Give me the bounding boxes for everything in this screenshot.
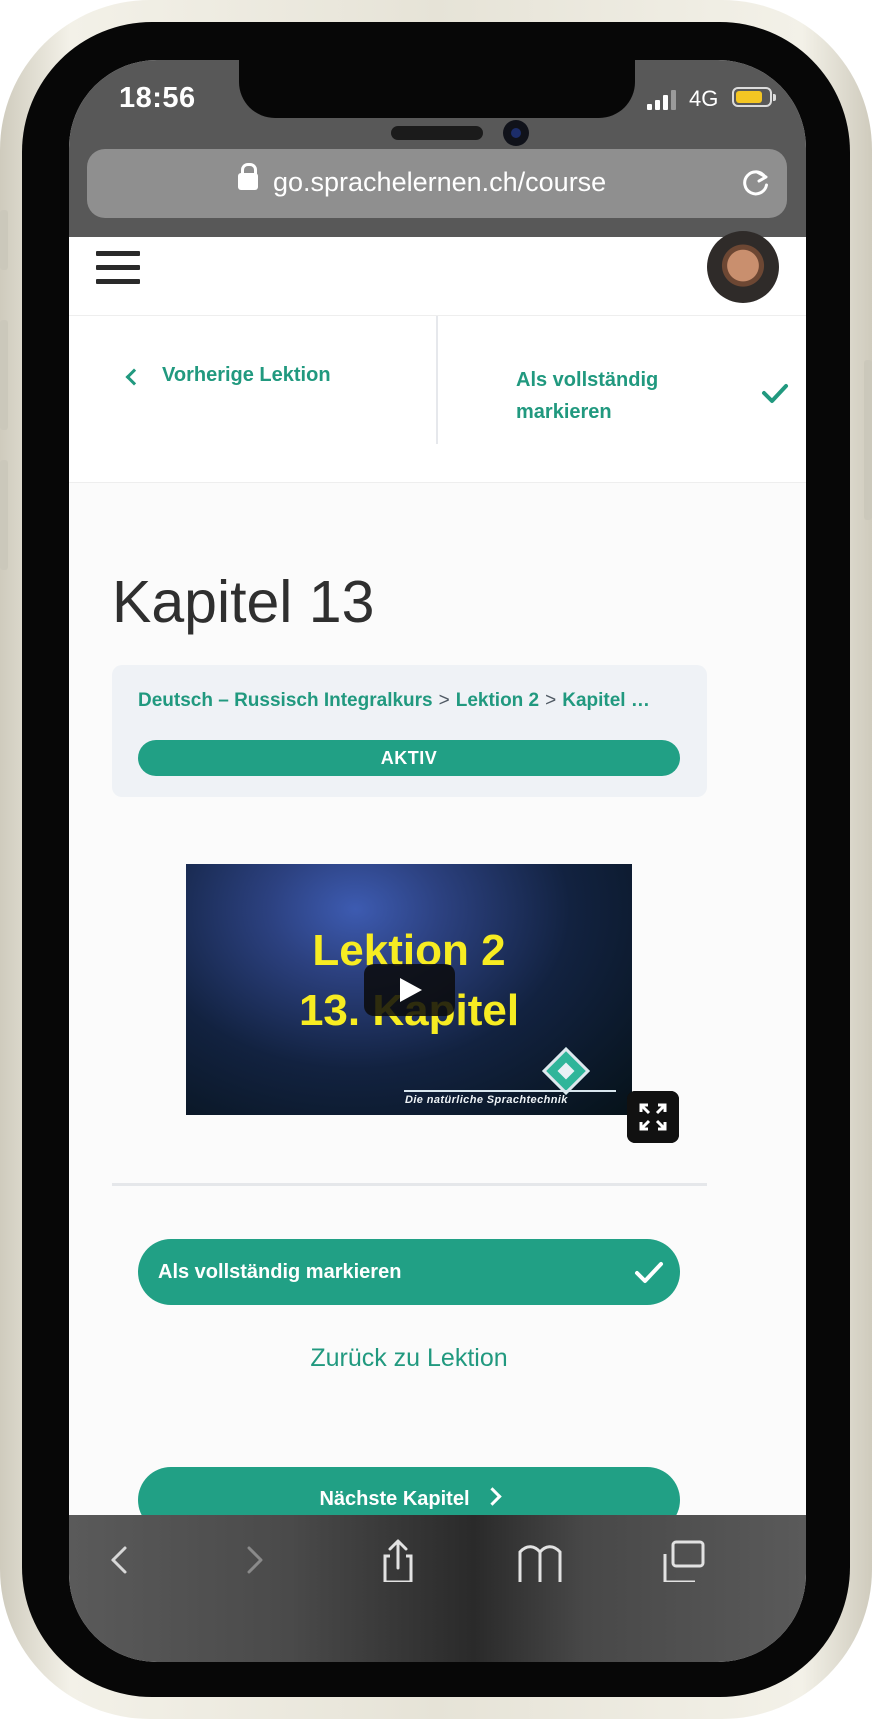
status-badge: AKTIV xyxy=(138,740,680,776)
mark-complete-label: Als vollständig markieren xyxy=(158,1261,402,1283)
divider xyxy=(112,1183,707,1186)
play-icon[interactable] xyxy=(364,964,455,1016)
breadcrumb-separator: > xyxy=(545,690,557,711)
power-button xyxy=(864,360,872,520)
breadcrumb-separator: > xyxy=(438,690,450,711)
video-player[interactable]: Lektion 2 13. Kapitel Die natürliche Spr… xyxy=(186,864,632,1115)
breadcrumb-box: Deutsch – Russisch Integralkurs > Lektion … xyxy=(112,665,707,797)
breadcrumb-course[interactable]: Deutsch – Russisch Integralkurs xyxy=(138,690,433,711)
check-icon xyxy=(635,1262,663,1283)
share-icon[interactable] xyxy=(373,1538,423,1582)
forward-icon[interactable] xyxy=(229,1538,279,1582)
volume-down-button xyxy=(0,460,8,570)
camera xyxy=(503,120,529,146)
lesson-navigation: Vorherige Lektion Als vollständig markie… xyxy=(69,315,806,483)
side-button xyxy=(0,210,8,270)
notch xyxy=(239,60,635,118)
mark-complete-button[interactable]: Als vollständig markieren xyxy=(138,1239,680,1305)
lock-icon xyxy=(238,163,258,190)
mark-complete-link[interactable]: Als vollständig markieren xyxy=(516,364,696,428)
url-text: go.sprachelernen.ch/course xyxy=(273,167,607,197)
battery-icon xyxy=(732,87,776,107)
next-chapter-label: Nächste Kapitel xyxy=(138,1488,680,1511)
breadcrumb-lesson[interactable]: Lektion 2 xyxy=(456,690,539,711)
previous-lesson-label: Vorherige Lektion xyxy=(162,364,331,386)
breadcrumb-chapter[interactable]: Kapitel … xyxy=(562,690,650,711)
previous-lesson-link[interactable]: Vorherige Lektion xyxy=(125,364,331,387)
back-to-lesson-link[interactable]: Zurück zu Lektion xyxy=(138,1344,680,1373)
back-icon[interactable] xyxy=(95,1538,145,1582)
video-divider xyxy=(404,1090,616,1092)
network-label: 4G xyxy=(689,86,719,111)
speaker xyxy=(391,126,483,140)
video-tagline: Die natürliche Sprachtechnik xyxy=(405,1094,568,1106)
menu-icon[interactable] xyxy=(96,251,140,285)
site-header xyxy=(69,231,806,315)
volume-up-button xyxy=(0,320,8,430)
reload-icon[interactable] xyxy=(741,169,770,198)
bookmarks-icon[interactable] xyxy=(515,1538,565,1582)
screen: 18:56 4G go.sprachelernen.ch/course Vorh… xyxy=(69,60,806,1662)
avatar[interactable] xyxy=(707,231,779,303)
check-icon[interactable] xyxy=(761,379,789,407)
address-bar[interactable]: go.sprachelernen.ch/course xyxy=(87,149,787,218)
tabs-icon[interactable] xyxy=(659,1538,709,1582)
fullscreen-icon[interactable] xyxy=(627,1091,679,1143)
chevron-left-icon xyxy=(125,368,143,385)
signal-icon xyxy=(647,90,679,110)
nav-divider xyxy=(436,316,438,444)
phone-frame: 18:56 4G go.sprachelernen.ch/course Vorh… xyxy=(0,0,872,1719)
breadcrumb: Deutsch – Russisch Integralkurs > Lektion … xyxy=(138,690,678,712)
status-time: 18:56 xyxy=(119,82,196,114)
page-title: Kapitel 13 xyxy=(112,569,375,635)
brand-logo-icon xyxy=(541,1046,591,1096)
